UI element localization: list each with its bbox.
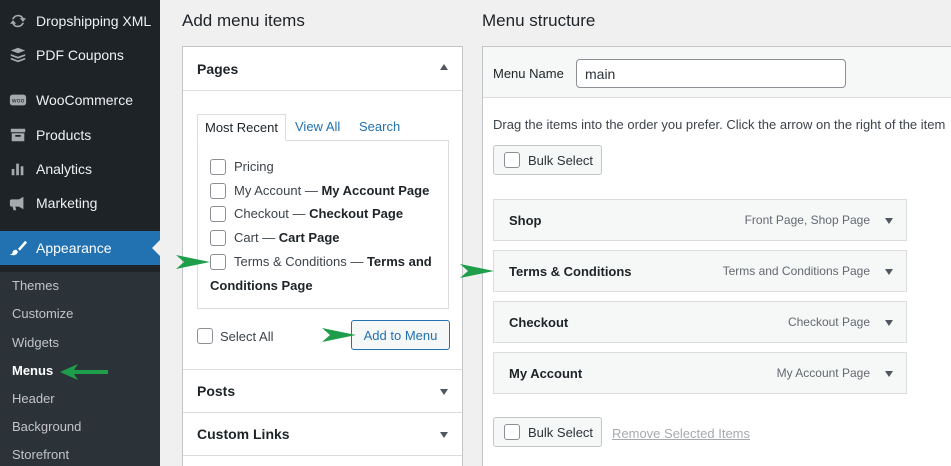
sidebar-item-label: Appearance — [36, 240, 112, 256]
sidebar-item-label: PDF Coupons — [36, 47, 124, 63]
posts-section-header[interactable]: Posts — [183, 369, 462, 412]
custom-links-section-header[interactable]: Custom Links — [183, 412, 462, 455]
bulk-select-label: Bulk Select — [528, 424, 594, 440]
add-menu-items-heading: Add menu items — [182, 11, 305, 30]
page-checkbox-cart[interactable] — [210, 230, 226, 246]
add-items-accordion: Pages Most Recent View All Search Pricin… — [182, 46, 463, 466]
submenu-item-background[interactable]: Background — [12, 417, 81, 437]
menu-structure-panel: Menu Name Drag the items into the order … — [482, 46, 951, 466]
page-checkbox-my-account[interactable] — [210, 183, 226, 199]
megaphone-icon — [0, 194, 36, 212]
item-expand-arrow-icon[interactable] — [885, 269, 893, 275]
bar-chart-icon — [0, 160, 36, 178]
bulk-select-checkbox[interactable] — [504, 424, 520, 440]
sync-icon — [0, 12, 36, 30]
sidebar-item-label: Products — [36, 127, 92, 143]
posts-heading: Posts — [197, 382, 236, 399]
menu-item-checkout[interactable]: Checkout Checkout Page — [493, 301, 907, 343]
menu-item-type: Checkout Page — [787, 315, 870, 329]
tab-view-all[interactable]: View All — [295, 114, 340, 141]
sidebar-item-dropshipping-xml[interactable]: Dropshipping XML — [0, 4, 160, 38]
tab-most-recent[interactable]: Most Recent — [197, 114, 286, 141]
page-label-terms: Terms & Conditions — Terms and — [234, 254, 432, 269]
divider — [183, 90, 462, 91]
divider — [183, 455, 462, 456]
tab-search[interactable]: Search — [359, 114, 400, 141]
bulk-select-label: Bulk Select — [528, 152, 594, 168]
green-arrow-icon — [460, 264, 494, 278]
item-expand-arrow-icon[interactable] — [885, 218, 893, 224]
woo-icon: woo — [0, 91, 36, 109]
archive-icon — [0, 126, 36, 144]
expand-arrow-icon[interactable] — [440, 432, 448, 438]
menu-item-shop[interactable]: Shop Front Page, Shop Page — [493, 199, 907, 241]
menu-item-type: My Account Page — [776, 366, 870, 380]
select-all-label: Select All — [220, 328, 274, 344]
menu-item-type: Front Page, Shop Page — [744, 213, 870, 227]
remove-selected-link[interactable]: Remove Selected Items — [612, 426, 750, 441]
select-all-control[interactable]: Select All — [197, 328, 273, 344]
bulk-select-button-bottom[interactable]: Bulk Select — [493, 417, 602, 447]
green-arrow-icon — [60, 364, 108, 380]
menu-item-type: Terms and Conditions Page — [722, 264, 870, 278]
sidebar-item-pdf-coupons[interactable]: PDF Coupons — [0, 38, 160, 72]
menu-item-terms[interactable]: Terms & Conditions Terms and Conditions … — [493, 250, 907, 292]
menu-item-title: Terms & Conditions — [509, 264, 632, 279]
expand-arrow-icon[interactable] — [440, 389, 448, 395]
custom-links-heading: Custom Links — [197, 425, 290, 442]
current-indicator — [152, 240, 160, 256]
pages-heading: Pages — [197, 60, 239, 77]
submenu-item-header[interactable]: Header — [12, 389, 55, 409]
add-to-menu-button[interactable]: Add to Menu — [351, 320, 450, 350]
pages-section-header[interactable]: Pages — [183, 47, 462, 90]
menu-item-title: My Account — [509, 366, 583, 381]
bulk-select-button-top[interactable]: Bulk Select — [493, 145, 602, 175]
item-expand-arrow-icon[interactable] — [885, 371, 893, 377]
svg-text:woo: woo — [12, 98, 25, 105]
sidebar-item-products[interactable]: Products — [0, 118, 160, 152]
pages-checklist: Pricing My Account — My Account Page Che… — [197, 140, 449, 309]
submenu-item-menus[interactable]: Menus — [12, 361, 53, 381]
stack-icon — [0, 46, 36, 64]
drag-instructions: Drag the items into the order you prefer… — [493, 117, 946, 132]
select-all-checkbox[interactable] — [197, 328, 213, 344]
sidebar-item-label: Dropshipping XML — [36, 13, 152, 29]
sidebar-item-label: Analytics — [36, 161, 93, 177]
menu-structure-heading: Menu structure — [482, 11, 596, 30]
page-checkbox-checkout[interactable] — [210, 206, 226, 222]
page-label-checkout: Checkout — Checkout Page — [234, 206, 404, 221]
page-label-cart: Cart — Cart Page — [234, 230, 340, 245]
sidebar-item-woocommerce[interactable]: woo WooCommerce — [0, 83, 160, 117]
green-arrow-icon — [322, 328, 356, 342]
menu-item-title: Shop — [509, 213, 542, 228]
sidebar-item-label: Marketing — [36, 195, 98, 211]
submenu-item-customize[interactable]: Customize — [12, 304, 73, 324]
menu-name-label: Menu Name — [493, 66, 564, 81]
menu-name-input[interactable] — [576, 59, 846, 88]
page-label-my-account: My Account — My Account Page — [234, 183, 430, 198]
sidebar-item-label: WooCommerce — [36, 92, 133, 108]
submenu-item-storefront[interactable]: Storefront — [12, 445, 69, 465]
sidebar-item-appearance[interactable]: Appearance — [0, 231, 160, 265]
menu-item-title: Checkout — [509, 315, 569, 330]
page-checkbox-pricing[interactable] — [210, 159, 226, 175]
menu-item-my-account[interactable]: My Account My Account Page — [493, 352, 907, 394]
submenu-item-themes[interactable]: Themes — [12, 276, 59, 296]
sidebar-item-marketing[interactable]: Marketing — [0, 186, 160, 220]
page-label-terms-wrap: Conditions Page — [210, 278, 313, 293]
bulk-select-checkbox[interactable] — [504, 152, 520, 168]
page-checkbox-terms[interactable] — [210, 254, 226, 270]
admin-sidebar: Dropshipping XML PDF Coupons woo WooComm… — [0, 0, 160, 466]
item-expand-arrow-icon[interactable] — [885, 320, 893, 326]
paintbrush-icon — [0, 239, 36, 257]
collapse-arrow-icon[interactable] — [440, 64, 448, 70]
green-arrow-icon — [176, 255, 210, 269]
sidebar-item-analytics[interactable]: Analytics — [0, 152, 160, 186]
menu-name-bar: Menu Name — [483, 47, 951, 98]
page-label-pricing: Pricing — [234, 159, 274, 174]
submenu-item-widgets[interactable]: Widgets — [12, 333, 59, 353]
